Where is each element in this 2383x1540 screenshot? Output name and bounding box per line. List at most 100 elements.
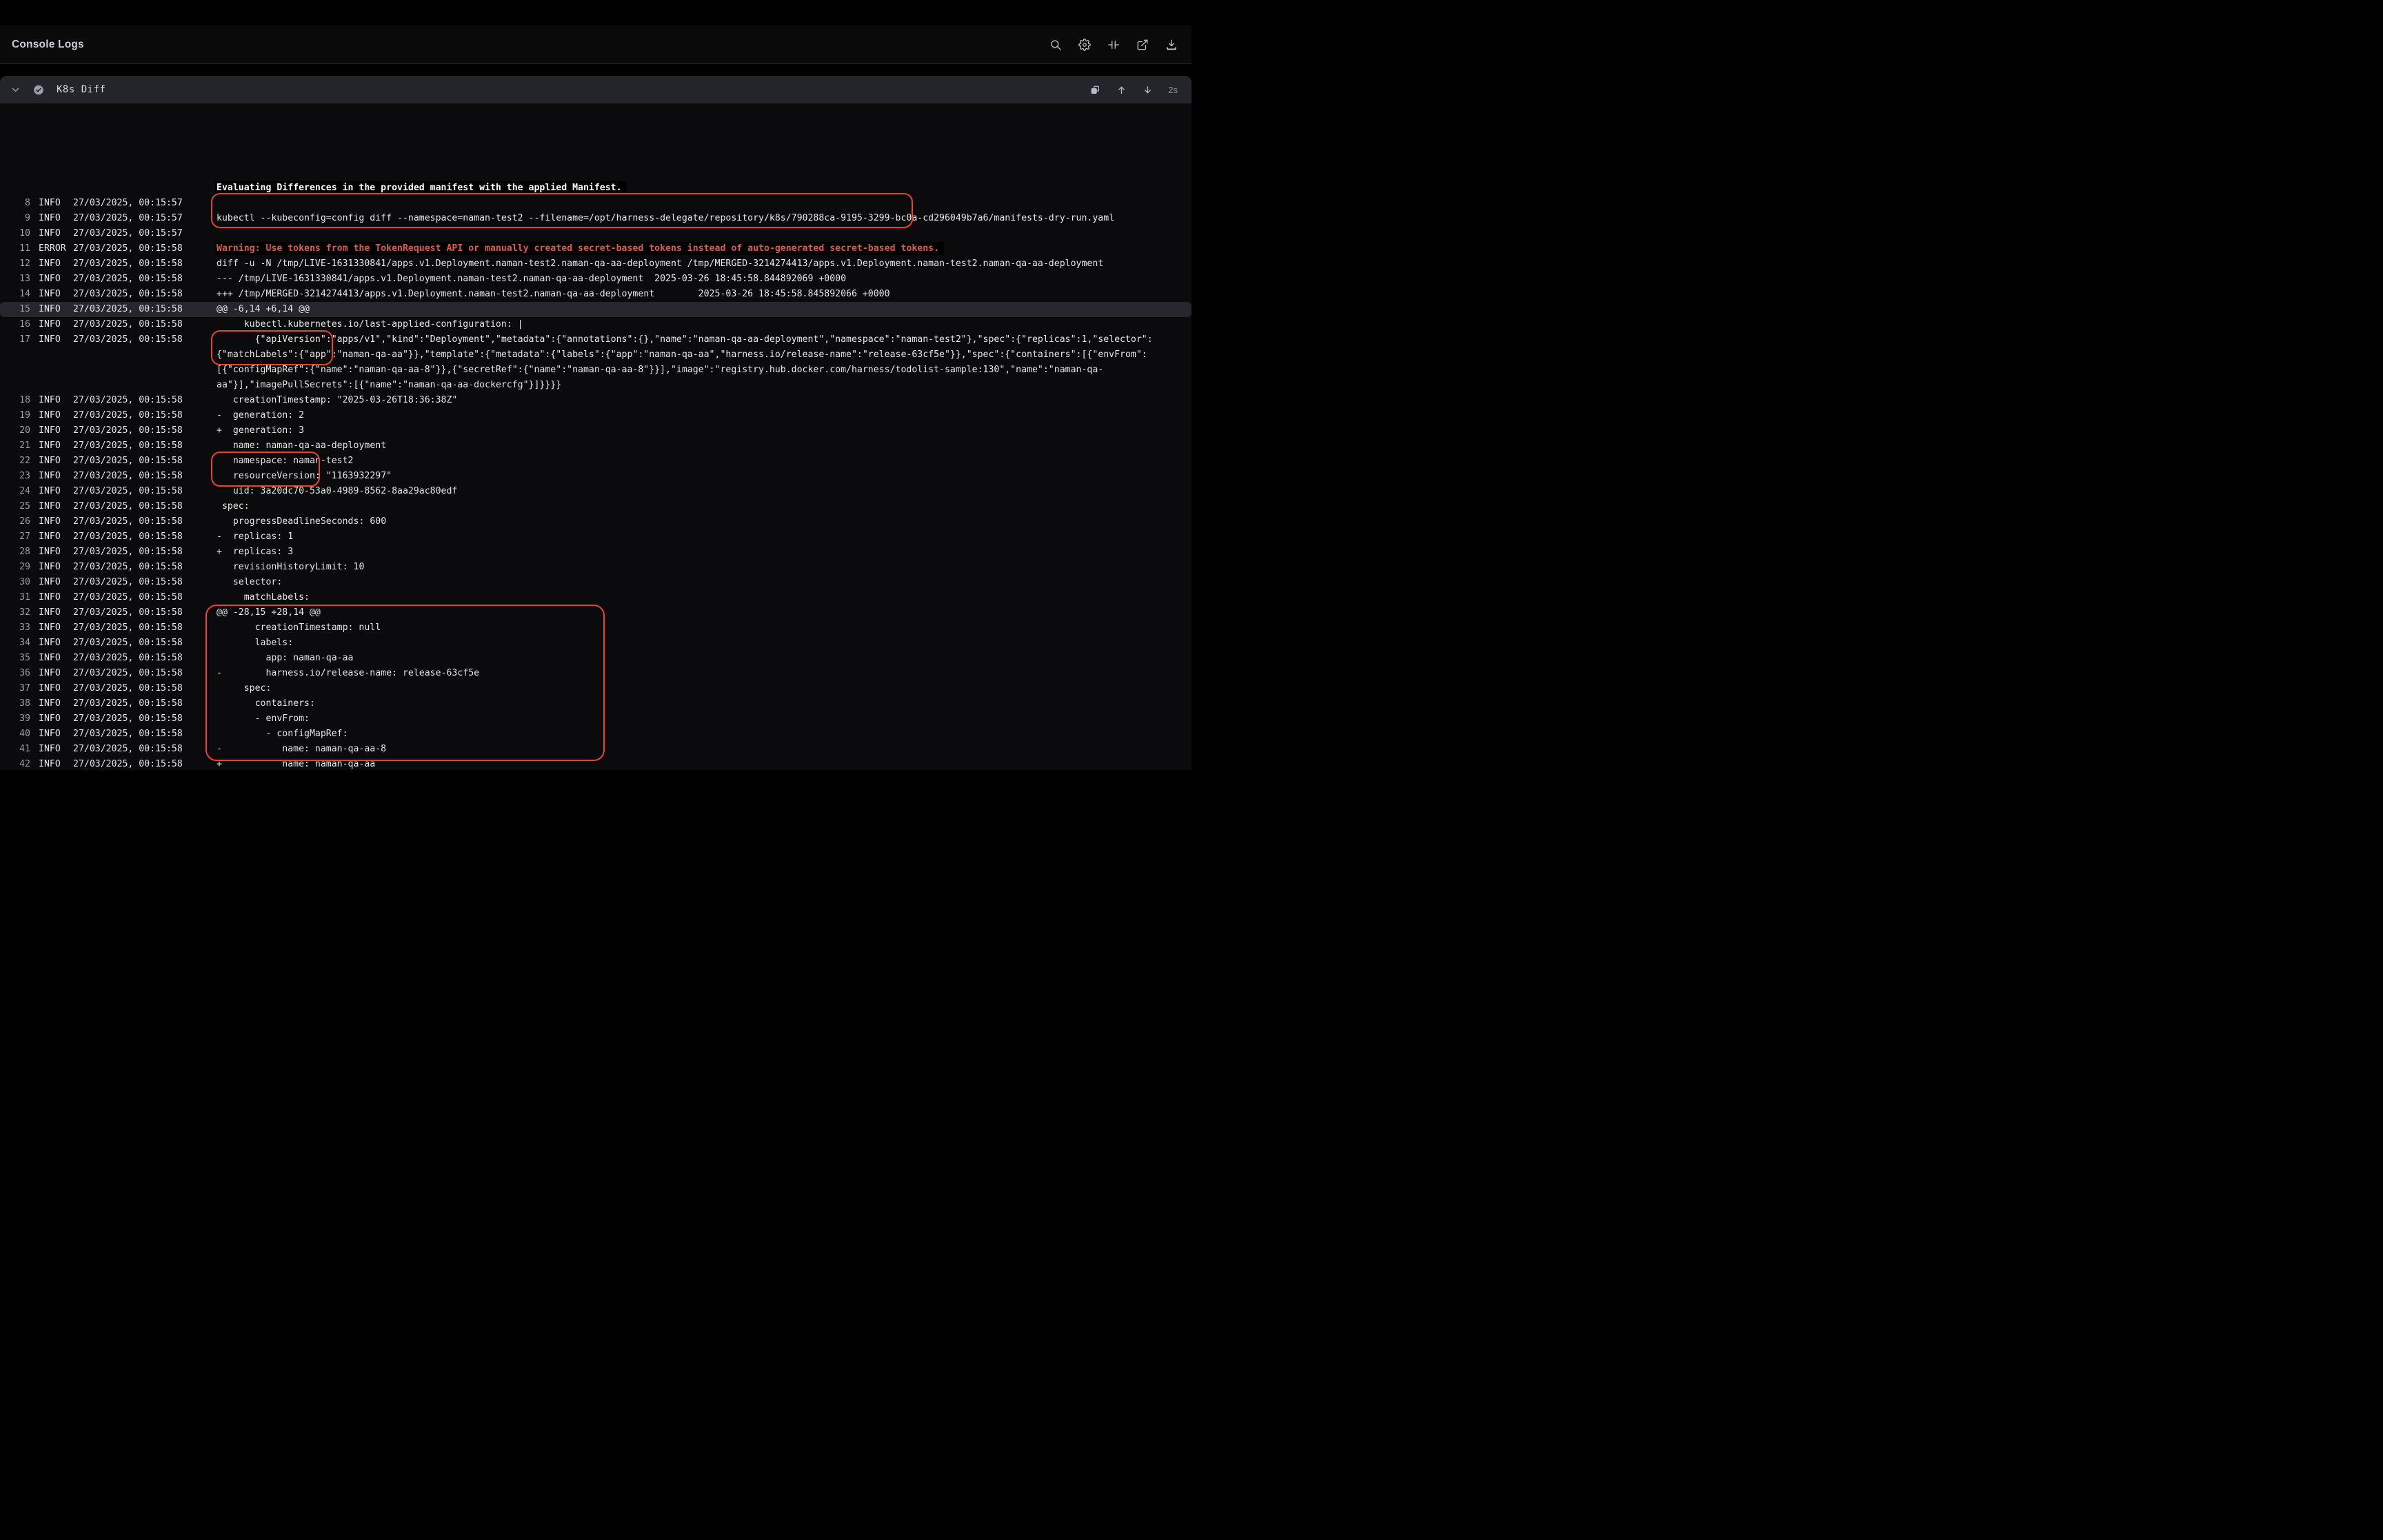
log-timestamp: 27/03/2025, 00:15:58 — [73, 272, 217, 287]
log-message: labels: — [217, 636, 1192, 651]
log-message: @@ -6,14 +6,14 @@ — [217, 302, 1192, 317]
log-line-number: 17 — [0, 332, 30, 347]
log-row[interactable]: Evaluating Differences in the provided m… — [0, 181, 1192, 196]
log-level: INFO — [39, 484, 73, 499]
log-timestamp: 27/03/2025, 00:15:58 — [73, 423, 217, 438]
log-row[interactable]: 33INFO27/03/2025, 00:15:58 creationTimes… — [0, 620, 1192, 636]
log-row[interactable]: 23INFO27/03/2025, 00:15:58 resourceVersi… — [0, 469, 1192, 484]
log-level: INFO — [39, 696, 73, 711]
log-level: INFO — [39, 590, 73, 605]
log-line-number: 25 — [0, 499, 30, 514]
log-row[interactable]: 17INFO27/03/2025, 00:15:58 {"apiVersion"… — [0, 332, 1192, 393]
log-row[interactable]: 13INFO27/03/2025, 00:15:58--- /tmp/LIVE-… — [0, 272, 1192, 287]
log-message: Warning: Use tokens from the TokenReques… — [217, 241, 1192, 256]
header-gap — [0, 64, 1192, 76]
log-level: INFO — [39, 742, 73, 757]
log-level: INFO — [39, 711, 73, 727]
log-message: app: naman-qa-aa — [217, 651, 1192, 666]
log-message: kubectl --kubeconfig=config diff --names… — [217, 211, 1192, 226]
log-row[interactable]: 32INFO27/03/2025, 00:15:58@@ -28,15 +28,… — [0, 605, 1192, 620]
log-row[interactable]: 12INFO27/03/2025, 00:15:58diff -u -N /tm… — [0, 256, 1192, 272]
log-row[interactable]: 20INFO27/03/2025, 00:15:58+ generation: … — [0, 423, 1192, 438]
log-line-number: 29 — [0, 560, 30, 575]
log-timestamp: 27/03/2025, 00:15:58 — [73, 438, 217, 454]
log-message: Evaluating Differences in the provided m… — [217, 181, 1192, 196]
download-icon[interactable] — [1165, 39, 1178, 51]
log-row[interactable]: 40INFO27/03/2025, 00:15:58 - configMapRe… — [0, 727, 1192, 742]
log-row[interactable]: 18INFO27/03/2025, 00:15:58 creationTimes… — [0, 393, 1192, 408]
log-message: - generation: 2 — [217, 408, 1192, 423]
log-timestamp: 27/03/2025, 00:15:58 — [73, 696, 217, 711]
log-message: matchLabels: — [217, 590, 1192, 605]
log-timestamp: 27/03/2025, 00:15:58 — [73, 499, 217, 514]
log-row[interactable]: 8INFO27/03/2025, 00:15:57 — [0, 196, 1192, 211]
log-line-number: 13 — [0, 272, 30, 287]
log-message: creationTimestamp: "2025-03-26T18:36:38Z… — [217, 393, 1192, 408]
log-row[interactable]: 28INFO27/03/2025, 00:15:58+ replicas: 3 — [0, 545, 1192, 560]
log-level: INFO — [39, 287, 73, 302]
log-row[interactable]: 41INFO27/03/2025, 00:15:58- name: naman-… — [0, 742, 1192, 757]
log-row[interactable]: 11ERROR27/03/2025, 00:15:58Warning: Use … — [0, 241, 1192, 256]
log-message: kubectl.kubernetes.io/last-applied-confi… — [217, 317, 1192, 332]
k8s-diff-section-header[interactable]: K8s Diff 2s — [0, 76, 1192, 103]
log-line-number: 24 — [0, 484, 30, 499]
log-message: @@ -28,15 +28,14 @@ — [217, 605, 1192, 620]
log-row[interactable]: 25INFO27/03/2025, 00:15:58 spec: — [0, 499, 1192, 514]
log-row[interactable]: 21INFO27/03/2025, 00:15:58 name: naman-q… — [0, 438, 1192, 454]
log-timestamp: 27/03/2025, 00:15:58 — [73, 393, 217, 408]
open-in-new-tab-icon[interactable] — [1136, 39, 1149, 51]
log-row[interactable]: 30INFO27/03/2025, 00:15:58 selector: — [0, 575, 1192, 590]
log-row[interactable]: 22INFO27/03/2025, 00:15:58 namespace: na… — [0, 454, 1192, 469]
log-row[interactable]: 19INFO27/03/2025, 00:15:58- generation: … — [0, 408, 1192, 423]
log-message: - harness.io/release-name: release-63cf5… — [217, 666, 1192, 681]
log-message: + generation: 3 — [217, 423, 1192, 438]
settings-gear-icon[interactable] — [1078, 39, 1091, 51]
log-timestamp: 27/03/2025, 00:15:58 — [73, 681, 217, 696]
log-row[interactable]: 24INFO27/03/2025, 00:15:58 uid: 3a20dc70… — [0, 484, 1192, 499]
log-row[interactable]: 42INFO27/03/2025, 00:15:58+ name: naman-… — [0, 757, 1192, 770]
log-line-number: 35 — [0, 651, 30, 666]
log-message: - configMapRef: — [217, 727, 1192, 742]
log-message: +++ /tmp/MERGED-3214274413/apps.v1.Deplo… — [217, 287, 1192, 302]
log-line-number: 39 — [0, 711, 30, 727]
log-timestamp: 27/03/2025, 00:15:58 — [73, 666, 217, 681]
log-level: INFO — [39, 757, 73, 770]
log-level: INFO — [39, 211, 73, 226]
scroll-up-icon[interactable] — [1116, 84, 1127, 95]
log-row[interactable]: 31INFO27/03/2025, 00:15:58 matchLabels: — [0, 590, 1192, 605]
log-row[interactable]: 26INFO27/03/2025, 00:15:58 progressDeadl… — [0, 514, 1192, 529]
log-level: INFO — [39, 302, 73, 317]
log-row[interactable]: 15INFO27/03/2025, 00:15:58@@ -6,14 +6,14… — [0, 302, 1192, 317]
log-line-number: 8 — [0, 196, 30, 211]
log-row[interactable]: 9INFO27/03/2025, 00:15:57kubectl --kubec… — [0, 211, 1192, 226]
log-timestamp: 27/03/2025, 00:15:58 — [73, 514, 217, 529]
section-header-left: K8s Diff — [10, 84, 105, 95]
log-row[interactable]: 34INFO27/03/2025, 00:15:58 labels: — [0, 636, 1192, 651]
search-icon[interactable] — [1049, 39, 1062, 51]
log-row[interactable]: 38INFO27/03/2025, 00:15:58 containers: — [0, 696, 1192, 711]
copy-icon[interactable] — [1089, 84, 1100, 95]
page-title: Console Logs — [12, 39, 84, 51]
log-message: selector: — [217, 575, 1192, 590]
log-level: ERROR — [39, 241, 73, 256]
log-timestamp: 27/03/2025, 00:15:58 — [73, 287, 217, 302]
log-row[interactable]: 36INFO27/03/2025, 00:15:58- harness.io/r… — [0, 666, 1192, 681]
log-row[interactable]: 16INFO27/03/2025, 00:15:58 kubectl.kuber… — [0, 317, 1192, 332]
log-row[interactable]: 35INFO27/03/2025, 00:15:58 app: naman-qa… — [0, 651, 1192, 666]
scroll-down-icon[interactable] — [1142, 84, 1153, 95]
log-timestamp: 27/03/2025, 00:15:58 — [73, 727, 217, 742]
log-line-number: 20 — [0, 423, 30, 438]
log-timestamp: 27/03/2025, 00:15:58 — [73, 742, 217, 757]
log-timestamp: 27/03/2025, 00:15:58 — [73, 711, 217, 727]
log-rows: Evaluating Differences in the provided m… — [0, 179, 1192, 770]
log-row[interactable]: 27INFO27/03/2025, 00:15:58- replicas: 1 — [0, 529, 1192, 545]
log-row[interactable]: 29INFO27/03/2025, 00:15:58 revisionHisto… — [0, 560, 1192, 575]
log-row[interactable]: 39INFO27/03/2025, 00:15:58 - envFrom: — [0, 711, 1192, 727]
log-message: creationTimestamp: null — [217, 620, 1192, 636]
collapse-icon[interactable] — [1107, 39, 1120, 51]
log-row[interactable]: 14INFO27/03/2025, 00:15:58+++ /tmp/MERGE… — [0, 287, 1192, 302]
log-line-number: 15 — [0, 302, 30, 317]
chevron-down-icon[interactable] — [10, 84, 21, 95]
log-row[interactable]: 10INFO27/03/2025, 00:15:57 — [0, 226, 1192, 241]
log-row[interactable]: 37INFO27/03/2025, 00:15:58 spec: — [0, 681, 1192, 696]
